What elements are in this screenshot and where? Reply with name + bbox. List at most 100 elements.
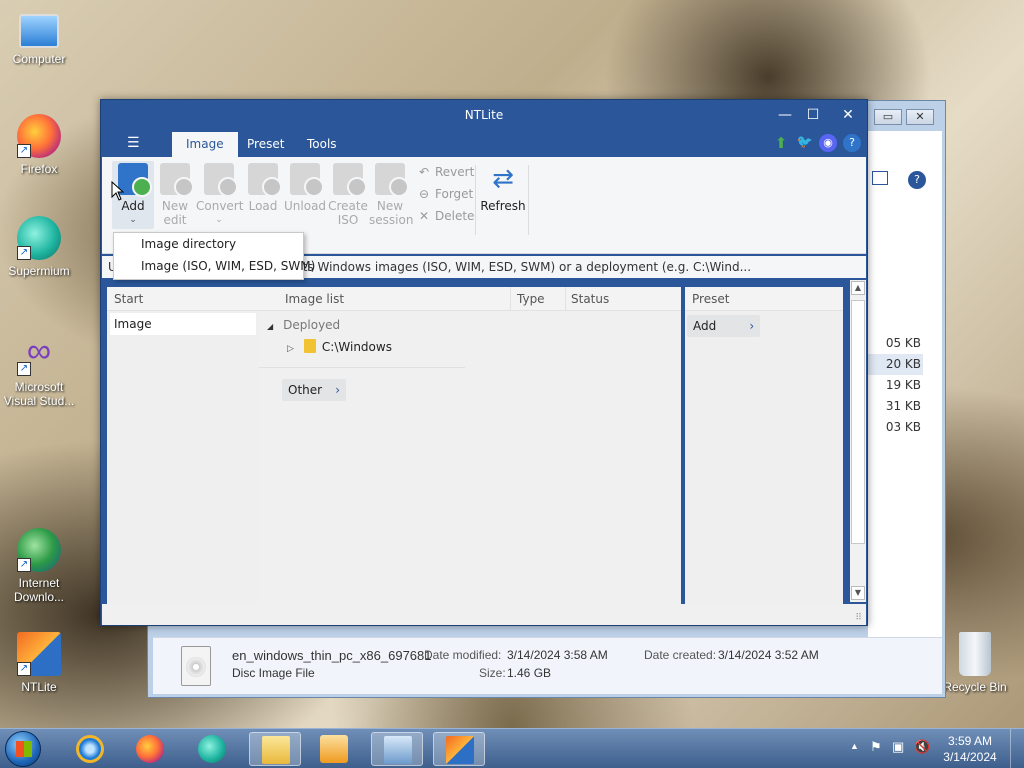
taskbar-control-panel[interactable] bbox=[371, 732, 423, 766]
unload-label: Unload bbox=[284, 199, 327, 213]
action-center-flag-icon[interactable]: ⚑ bbox=[870, 739, 882, 755]
show-desktop-button[interactable] bbox=[1010, 729, 1024, 768]
add-dropdown-menu: Image directory Image (ISO, WIM, ESD, SW… bbox=[113, 232, 315, 280]
minimize-button[interactable]: ▭ bbox=[874, 109, 902, 125]
load-button[interactable]: Load bbox=[242, 161, 284, 229]
firefox-icon bbox=[136, 735, 164, 763]
pane-toggle-icon[interactable] bbox=[872, 171, 888, 185]
taskbar-firefox[interactable] bbox=[124, 732, 176, 766]
help-icon[interactable]: ? bbox=[843, 134, 861, 152]
supermium-icon bbox=[198, 735, 226, 763]
preset-add-button[interactable]: Add › bbox=[687, 315, 761, 337]
create-iso-label-2: ISO bbox=[337, 213, 359, 227]
delete-label: Delete bbox=[435, 209, 475, 223]
delete-icon: ✕ bbox=[418, 209, 430, 223]
ntlite-icon: ↗ bbox=[17, 632, 61, 676]
file-size: 31 KB bbox=[885, 399, 921, 413]
desktop-icon-label: Firefox bbox=[20, 162, 58, 176]
collapse-triangle-icon: ◢ bbox=[267, 322, 274, 331]
desktop-icon-internet-download-manager[interactable]: ↗ Internet Downlo... bbox=[1, 528, 77, 604]
date-created-value: 3/14/2024 3:52 AM bbox=[718, 648, 819, 662]
refresh-icon: ⇄ bbox=[492, 164, 514, 194]
desktop-icon-label: Visual Stud... bbox=[3, 394, 75, 408]
clock-date: 3/14/2024 bbox=[943, 750, 997, 764]
help-icon[interactable]: ? bbox=[908, 171, 926, 189]
load-label: Load bbox=[248, 199, 278, 213]
clock-time: 3:59 AM bbox=[947, 734, 993, 748]
other-button[interactable]: Other › bbox=[282, 379, 347, 401]
unload-icon bbox=[290, 163, 324, 197]
taskbar-ntlite[interactable] bbox=[433, 732, 485, 766]
twitter-icon[interactable]: 🐦 bbox=[796, 134, 814, 152]
supermium-icon: ↗ bbox=[17, 216, 61, 260]
revert-button[interactable]: ↶ Revert bbox=[416, 162, 474, 182]
desktop-icon-computer[interactable]: Computer bbox=[1, 10, 77, 66]
new-edit-label-1: New bbox=[161, 199, 189, 213]
taskbar-file-explorer[interactable] bbox=[249, 732, 301, 766]
group-label: Deployed bbox=[283, 318, 341, 332]
resize-grip-icon[interactable]: ⠿ bbox=[855, 613, 862, 623]
create-iso-button[interactable]: Create ISO bbox=[327, 161, 369, 229]
scroll-thumb[interactable] bbox=[851, 300, 865, 544]
discord-icon[interactable]: ◉ bbox=[819, 134, 837, 152]
folder-icon bbox=[303, 339, 316, 353]
desktop-icon-visual-studio[interactable]: ∞ ↗ Microsoft Visual Stud... bbox=[1, 332, 77, 408]
preset-header: Preset bbox=[685, 287, 843, 311]
image-row-windows[interactable]: ▷ C:\Windows bbox=[287, 337, 392, 357]
maximize-button[interactable]: ☐ bbox=[803, 106, 823, 124]
forget-icon: ⊖ bbox=[418, 187, 430, 201]
taskbar-supermium[interactable] bbox=[186, 732, 238, 766]
taskbar-internet-explorer[interactable] bbox=[64, 732, 116, 766]
hamburger-menu-icon[interactable]: ☰ bbox=[127, 135, 140, 151]
tab-tools[interactable]: Tools bbox=[293, 132, 351, 157]
menu-item-image-directory[interactable]: Image directory bbox=[114, 233, 303, 255]
load-icon bbox=[248, 163, 282, 197]
new-session-label-1: New bbox=[376, 199, 404, 213]
column-image-list[interactable]: Image list bbox=[279, 287, 511, 311]
volume-muted-icon[interactable]: 🔇 bbox=[914, 739, 930, 755]
convert-button[interactable]: Convert ⌄ bbox=[196, 161, 243, 229]
chevron-down-icon: ⌄ bbox=[129, 215, 137, 225]
file-size: 03 KB bbox=[885, 420, 921, 434]
show-hidden-icons-icon[interactable]: ▲ bbox=[850, 741, 859, 751]
scroll-down-icon[interactable]: ▼ bbox=[851, 586, 865, 600]
start-item-image[interactable]: Image bbox=[110, 313, 256, 335]
desktop-icon-firefox[interactable]: ↗ Firefox bbox=[1, 114, 77, 176]
tab-image[interactable]: Image bbox=[172, 132, 238, 157]
column-status[interactable]: Status bbox=[565, 287, 681, 311]
network-icon[interactable]: ▣ bbox=[892, 739, 904, 755]
taskbar-media-player[interactable] bbox=[308, 732, 360, 766]
delete-button[interactable]: ✕ Delete bbox=[416, 206, 474, 226]
new-session-button[interactable]: New session bbox=[369, 161, 413, 229]
size-column: 05 KB 20 KB 19 KB 31 KB 03 KB bbox=[868, 333, 923, 438]
desktop-icon-supermium[interactable]: ↗ Supermium bbox=[1, 216, 77, 278]
desktop-icon-label: Downlo... bbox=[13, 590, 65, 604]
desktop-icon-ntlite[interactable]: ↗ NTLite bbox=[1, 632, 77, 694]
expand-triangle-icon[interactable]: ▷ bbox=[287, 344, 294, 354]
file-size: 19 KB bbox=[885, 378, 921, 392]
ntlite-window: NTLite — ☐ ✕ ☰ Image Preset Tools ⬆ 🐦 ◉ … bbox=[100, 99, 868, 626]
group-deployed[interactable]: ◢ Deployed bbox=[267, 315, 340, 335]
preset-panel: Preset Add › bbox=[685, 287, 843, 604]
close-button[interactable]: ✕ bbox=[906, 109, 934, 125]
forget-button[interactable]: ⊖ Forget bbox=[416, 184, 473, 204]
close-button[interactable]: ✕ bbox=[838, 106, 858, 124]
menu-item-image-file[interactable]: Image (ISO, WIM, ESD, SWM) bbox=[114, 255, 315, 277]
title-bar[interactable]: NTLite — ☐ ✕ bbox=[101, 100, 867, 130]
desktop-icon-label: Microsoft bbox=[14, 380, 64, 394]
recycle-bin-icon bbox=[959, 632, 991, 676]
clock[interactable]: 3:59 AM 3/14/2024 bbox=[940, 733, 1000, 765]
vertical-scrollbar[interactable]: ▲ ▼ bbox=[850, 280, 866, 602]
refresh-button[interactable]: ⇄ Refresh bbox=[480, 161, 526, 229]
column-type[interactable]: Type bbox=[511, 287, 566, 311]
scroll-up-icon[interactable]: ▲ bbox=[851, 281, 865, 295]
tab-preset[interactable]: Preset bbox=[233, 132, 298, 157]
start-button[interactable] bbox=[5, 731, 41, 767]
minimize-button[interactable]: — bbox=[775, 106, 795, 124]
status-strip: ⠿ bbox=[102, 604, 866, 625]
new-edit-button[interactable]: New edit bbox=[154, 161, 196, 229]
update-arrow-icon[interactable]: ⬆ bbox=[772, 134, 790, 152]
desktop-icon-recycle-bin[interactable]: Recycle Bin bbox=[937, 632, 1013, 694]
control-panel-icon bbox=[384, 736, 412, 764]
unload-button[interactable]: Unload bbox=[284, 161, 326, 229]
